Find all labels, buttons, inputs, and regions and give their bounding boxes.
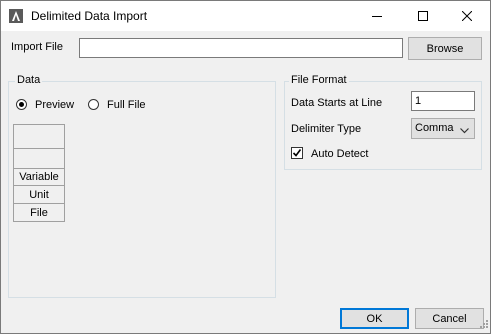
import-file-input[interactable]: [79, 38, 403, 58]
ok-button[interactable]: OK: [340, 308, 409, 329]
preview-radio-label[interactable]: Preview: [35, 99, 74, 111]
auto-detect-label[interactable]: Auto Detect: [311, 148, 368, 160]
browse-button[interactable]: Browse: [408, 37, 482, 60]
close-button[interactable]: [444, 1, 490, 31]
maximize-button[interactable]: [400, 1, 446, 31]
full-file-radio-label[interactable]: Full File: [107, 99, 146, 111]
data-group-title: Data: [15, 74, 43, 86]
start-line-input[interactable]: [411, 91, 475, 111]
row-header-variable: Variable: [13, 168, 65, 186]
row-header-blank-1: [13, 124, 65, 149]
ok-button-label: OK: [366, 312, 383, 325]
minimize-icon: [372, 11, 382, 21]
row-header-blank-2: [13, 148, 65, 169]
full-file-radio[interactable]: [88, 99, 99, 110]
browse-button-label: Browse: [426, 42, 464, 55]
cancel-button[interactable]: Cancel: [415, 308, 484, 329]
delimiter-type-label: Delimiter Type: [291, 123, 362, 135]
maximize-icon: [418, 11, 428, 21]
import-file-label: Import File: [11, 41, 63, 53]
start-line-label: Data Starts at Line: [291, 97, 383, 109]
window-title: Delimited Data Import: [31, 9, 148, 23]
delimited-data-import-dialog: Delimited Data Import Import File Browse…: [0, 0, 491, 334]
row-header-file: File: [13, 203, 65, 222]
row-header-unit: Unit: [13, 185, 65, 204]
chevron-down-icon: [460, 125, 469, 137]
cancel-button-label: Cancel: [432, 312, 467, 325]
title-bar: Delimited Data Import: [1, 1, 490, 31]
close-icon: [462, 11, 472, 21]
file-format-group-title: File Format: [289, 74, 349, 86]
radio-selected-dot: [19, 102, 24, 107]
resize-grip-icon[interactable]: [479, 319, 489, 332]
preview-radio[interactable]: [16, 99, 27, 110]
auto-detect-checkbox[interactable]: [291, 147, 303, 159]
delimiter-type-value: Comma: [415, 122, 454, 134]
delimiter-type-select[interactable]: Comma: [411, 118, 475, 139]
app-logo-icon: [9, 9, 23, 23]
minimize-button[interactable]: [354, 1, 400, 31]
